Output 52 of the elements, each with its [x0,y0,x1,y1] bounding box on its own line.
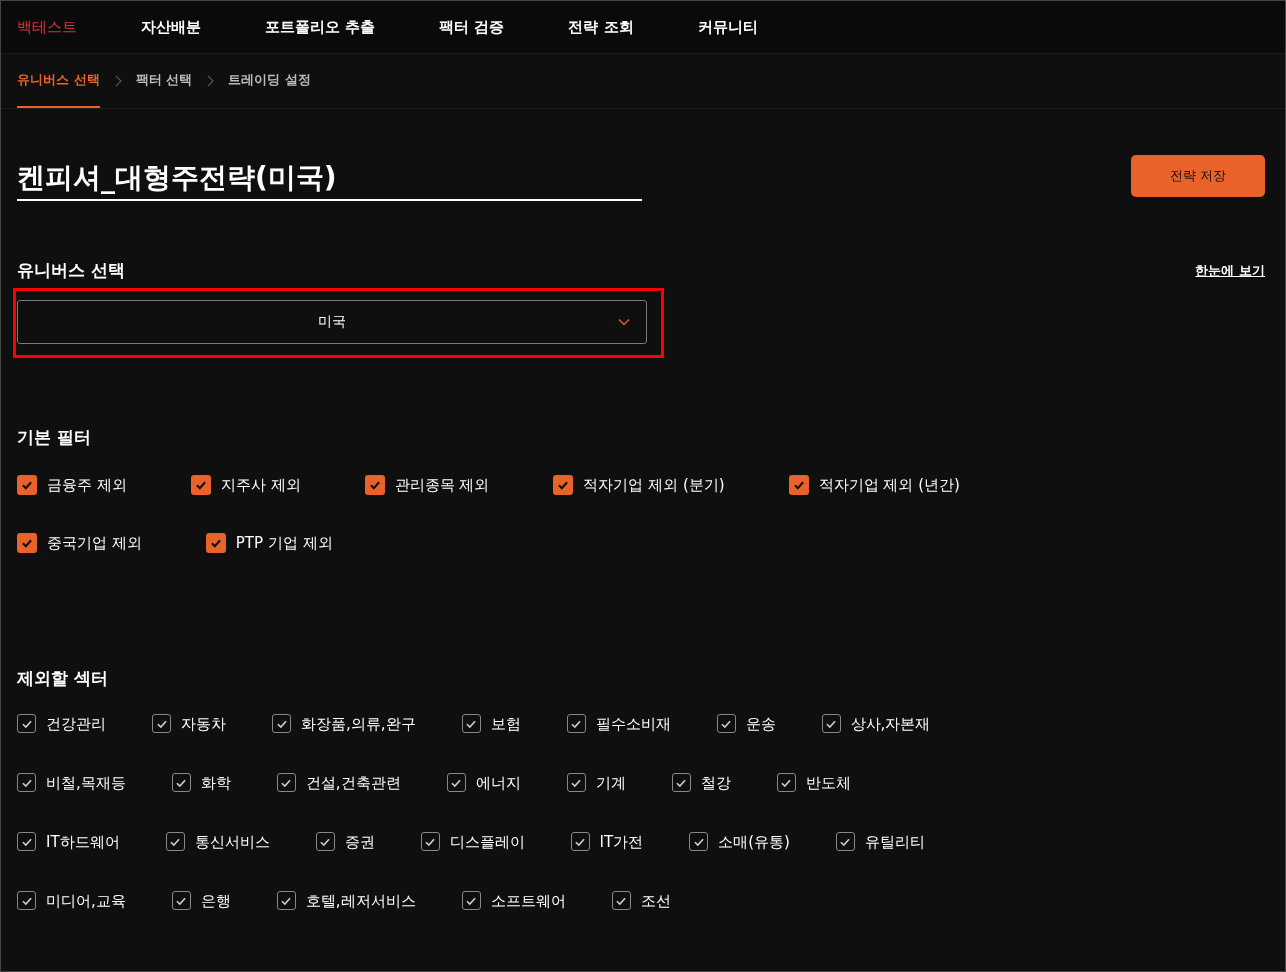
sector-checkbox[interactable]: 보험 [461,714,521,736]
section-heading: 유니버스 선택 [17,259,125,282]
filter-checkbox[interactable]: 관리종목 제외 [364,475,490,497]
filter-checkbox[interactable]: 중국기업 제외 [17,533,142,555]
nav-link[interactable]: 포트폴리오 추출 [265,17,376,37]
sector-checkbox[interactable]: 철강 [671,773,731,795]
sector-checkbox[interactable]: 조선 [611,891,671,913]
brand-link[interactable]: 백테스트 [17,17,77,37]
universe-dropdown[interactable]: 미국 [17,300,647,344]
nav-link[interactable]: 자산배분 [141,17,201,37]
strategy-name-field[interactable]: 켄피셔_대형주전략(미국) [17,159,642,201]
save-button[interactable]: 전략 저장 [1131,155,1265,197]
sector-checkbox[interactable]: 비철,목재등 [17,773,126,795]
sector-checkbox[interactable]: 통신서비스 [165,832,270,854]
sector-checkbox[interactable]: 건강관리 [17,714,106,736]
section-heading: 기본 필터 [17,426,92,449]
nav-link[interactable]: 커뮤니티 [697,17,758,37]
overview-link[interactable]: 한눈에 보기 [1195,261,1265,280]
sector-checkbox[interactable]: 미디어,교육 [17,891,126,913]
sector-checkbox[interactable]: 유틸리티 [835,832,925,854]
step-tab[interactable]: 팩터 선택 [135,54,193,108]
filter-checkbox[interactable]: 적자기업 제외 (년간) [788,475,960,497]
sector-checkbox[interactable]: 증권 [315,832,375,854]
chevron-right-icon [206,75,215,87]
nav-link[interactable]: 팩터 검증 [439,17,505,37]
caret-icon [618,318,630,326]
sector-checkbox[interactable]: 에너지 [446,773,521,795]
filter-checkbox[interactable]: PTP 기업 제외 [205,533,333,555]
sector-checkbox[interactable]: 상사,자본재 [821,714,931,736]
sector-checkbox[interactable]: 자동차 [152,714,226,736]
sector-checkbox[interactable]: 은행 [171,891,231,913]
sector-checkbox[interactable]: 소프트웨어 [461,891,566,913]
sector-checkbox[interactable]: 운송 [716,714,776,736]
sector-checkbox[interactable]: 기계 [566,773,626,795]
sector-checkbox[interactable]: 호텔,레저서비스 [276,891,416,913]
sector-checkbox[interactable]: IT하드웨어 [17,832,120,854]
step-tab[interactable]: 트레이딩 설정 [228,54,311,108]
sector-checkbox[interactable]: 필수소비재 [566,714,671,736]
filter-checkbox[interactable]: 적자기업 제외 (분기) [553,475,725,497]
sector-checkbox[interactable]: 디스플레이 [420,832,525,854]
nav-link[interactable]: 전략 조회 [568,17,634,37]
section-heading: 제외할 섹터 [17,667,109,690]
sector-checkbox[interactable]: 화학 [171,773,231,795]
sector-checkbox[interactable]: IT가전 [570,832,644,854]
sector-checkbox[interactable]: 건설,건축관련 [276,773,401,795]
sector-checkbox[interactable]: 화장품,의류,완구 [272,714,416,736]
chevron-right-icon [113,75,122,87]
filter-checkbox[interactable]: 지주사 제외 [190,475,301,497]
sector-checkbox[interactable]: 반도체 [776,773,851,795]
step-tab[interactable]: 유니버스 선택 [17,54,100,108]
filter-checkbox[interactable]: 금융주 제외 [17,475,127,497]
sector-checkbox[interactable]: 소매(유통) [689,832,790,854]
